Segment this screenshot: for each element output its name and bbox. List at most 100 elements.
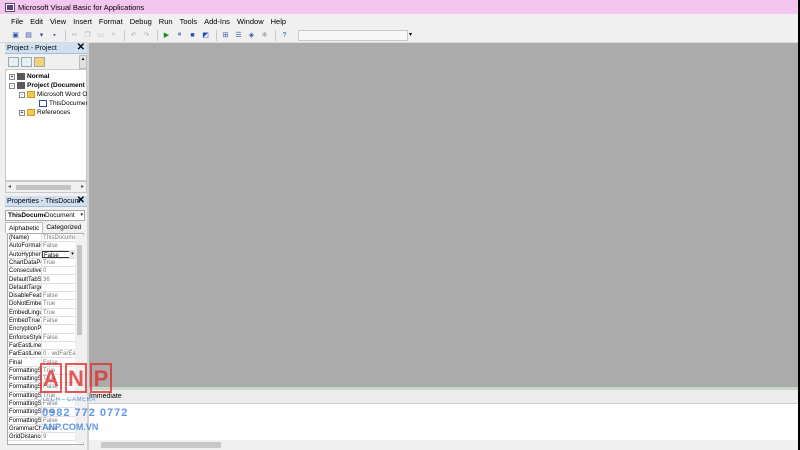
property-value[interactable]: True: [42, 408, 76, 415]
property-row[interactable]: FarEastLineB 0 - wdFarEa: [8, 350, 76, 359]
property-row[interactable]: FormattingSh False: [8, 416, 76, 425]
property-row[interactable]: FormattingSh True: [8, 391, 76, 400]
property-row[interactable]: AutoHyphena False ▾: [8, 250, 76, 259]
run-icon[interactable]: ▶: [161, 30, 172, 41]
tree-item-thisdocument[interactable]: ThisDocument: [39, 99, 91, 108]
dropdown-arrow-icon[interactable]: ▾: [36, 30, 47, 41]
tree-item-project[interactable]: - Project (Document: [9, 81, 85, 90]
property-value[interactable]: False: [42, 317, 76, 324]
tree-item-references[interactable]: + References: [19, 108, 70, 117]
object-selector[interactable]: ThisDocume Document ▾: [5, 210, 85, 221]
toolbar-options-icon[interactable]: ▾: [409, 30, 415, 41]
immediate-horizontal-scrollbar[interactable]: [89, 440, 798, 450]
property-row[interactable]: FormattingSh False: [8, 383, 76, 392]
tree-item-normal[interactable]: + Normal: [9, 72, 49, 81]
view-object-icon[interactable]: [21, 57, 32, 67]
object-browser-icon[interactable]: ◈: [246, 30, 257, 41]
scrollbar-thumb[interactable]: [77, 245, 82, 335]
property-value[interactable]: False: [42, 417, 76, 424]
undo-icon[interactable]: ↶: [128, 30, 139, 41]
property-row[interactable]: EmbedLinguisTrue: [8, 308, 76, 317]
property-value[interactable]: False: [42, 400, 76, 407]
property-value[interactable]: True: [42, 300, 76, 307]
project-horizontal-scrollbar[interactable]: ◂ ▸: [5, 181, 87, 193]
property-row[interactable]: DisableFeatu False: [8, 292, 76, 301]
toggle-folders-icon[interactable]: [34, 57, 45, 67]
immediate-window-input[interactable]: [89, 404, 798, 440]
menu-edit[interactable]: Edit: [30, 17, 43, 26]
toolbox-icon[interactable]: ✱: [259, 30, 270, 41]
property-row[interactable]: FormattingSh True: [8, 408, 76, 417]
menu-window[interactable]: Window: [237, 17, 264, 26]
property-value[interactable]: False: [42, 292, 76, 299]
scroll-left-icon[interactable]: ◂: [8, 183, 11, 190]
property-value[interactable]: True: [42, 309, 76, 316]
copy-icon[interactable]: ❐: [82, 30, 93, 41]
property-row[interactable]: GrammarChecFalse: [8, 424, 76, 434]
find-icon[interactable]: ⌕: [108, 30, 119, 41]
menu-insert[interactable]: Insert: [73, 17, 92, 26]
scroll-right-icon[interactable]: ▸: [81, 183, 84, 190]
properties-window-icon[interactable]: ☰: [233, 30, 244, 41]
expand-icon[interactable]: +: [9, 73, 15, 80]
property-row[interactable]: FormattingSh True: [8, 375, 76, 384]
property-row[interactable]: EnforceStyle False: [8, 333, 76, 342]
property-value[interactable]: False: [42, 425, 76, 432]
menu-file[interactable]: File: [11, 17, 23, 26]
redo-icon[interactable]: ↷: [141, 30, 152, 41]
chevron-down-icon[interactable]: ▾: [80, 212, 83, 218]
property-value[interactable]: True: [42, 375, 76, 382]
property-value[interactable]: [42, 342, 76, 349]
property-row[interactable]: FarEastLineB: [8, 341, 76, 351]
help-icon[interactable]: ?: [279, 30, 290, 41]
property-value[interactable]: False: [42, 242, 76, 249]
design-mode-icon[interactable]: ◩: [200, 30, 211, 41]
property-row[interactable]: DefaultTarge: [8, 283, 76, 293]
property-value[interactable]: 36: [42, 276, 76, 283]
close-icon[interactable]: ✕: [77, 196, 85, 206]
reset-icon[interactable]: ■: [187, 30, 198, 41]
property-row[interactable]: Final False: [8, 358, 76, 367]
properties-vertical-scrollbar[interactable]: [75, 235, 84, 443]
menu-run[interactable]: Run: [159, 17, 173, 26]
view-code-icon[interactable]: [8, 57, 19, 67]
property-value[interactable]: [42, 284, 76, 291]
scrollbar-thumb[interactable]: [16, 185, 71, 190]
property-row[interactable]: ChartDataPoi True: [8, 258, 76, 268]
property-value[interactable]: False: [42, 359, 76, 366]
scrollbar-thumb[interactable]: [101, 442, 221, 448]
property-row[interactable]: DefaultTabSt 36: [8, 275, 76, 284]
property-value[interactable]: True: [42, 259, 76, 266]
save-icon[interactable]: ▪: [49, 30, 60, 41]
property-value[interactable]: True: [42, 367, 76, 374]
menu-add-ins[interactable]: Add-Ins: [204, 17, 230, 26]
property-value[interactable]: ThisDocume: [42, 234, 76, 241]
menu-debug[interactable]: Debug: [130, 17, 152, 26]
project-explorer-icon[interactable]: ⊞: [220, 30, 231, 41]
location-combo[interactable]: [298, 29, 408, 41]
cut-icon[interactable]: ✂: [69, 30, 80, 41]
property-row[interactable]: EncryptionPro: [8, 325, 76, 334]
property-row[interactable]: AutoFormatC False: [8, 242, 76, 251]
property-row[interactable]: EmbedTrueTyFalse: [8, 317, 76, 326]
menu-view[interactable]: View: [50, 17, 66, 26]
property-row[interactable]: DoNotEmbed True: [8, 300, 76, 309]
tab-alphabetic[interactable]: Alphabetic: [5, 222, 44, 233]
tab-categorized[interactable]: Categorized: [43, 222, 84, 233]
property-value[interactable]: False: [42, 334, 76, 341]
scroll-handle-icon[interactable]: ▴: [79, 55, 87, 69]
expand-icon[interactable]: +: [19, 109, 25, 116]
property-value[interactable]: 9: [42, 433, 76, 440]
property-row[interactable]: (Name) ThisDocume: [8, 234, 76, 243]
break-icon[interactable]: ⏸: [174, 30, 185, 41]
collapse-icon[interactable]: -: [19, 91, 25, 98]
collapse-icon[interactable]: -: [9, 82, 15, 89]
menu-help[interactable]: Help: [271, 17, 286, 26]
paste-icon[interactable]: ▭: [95, 30, 106, 41]
property-row[interactable]: FormattingSh True: [8, 366, 76, 376]
property-value[interactable]: 0 - wdFarEa: [42, 350, 76, 357]
close-icon[interactable]: ✕: [77, 43, 85, 53]
menu-tools[interactable]: Tools: [180, 17, 198, 26]
property-value[interactable]: 0: [42, 267, 76, 274]
menu-format[interactable]: Format: [99, 17, 123, 26]
